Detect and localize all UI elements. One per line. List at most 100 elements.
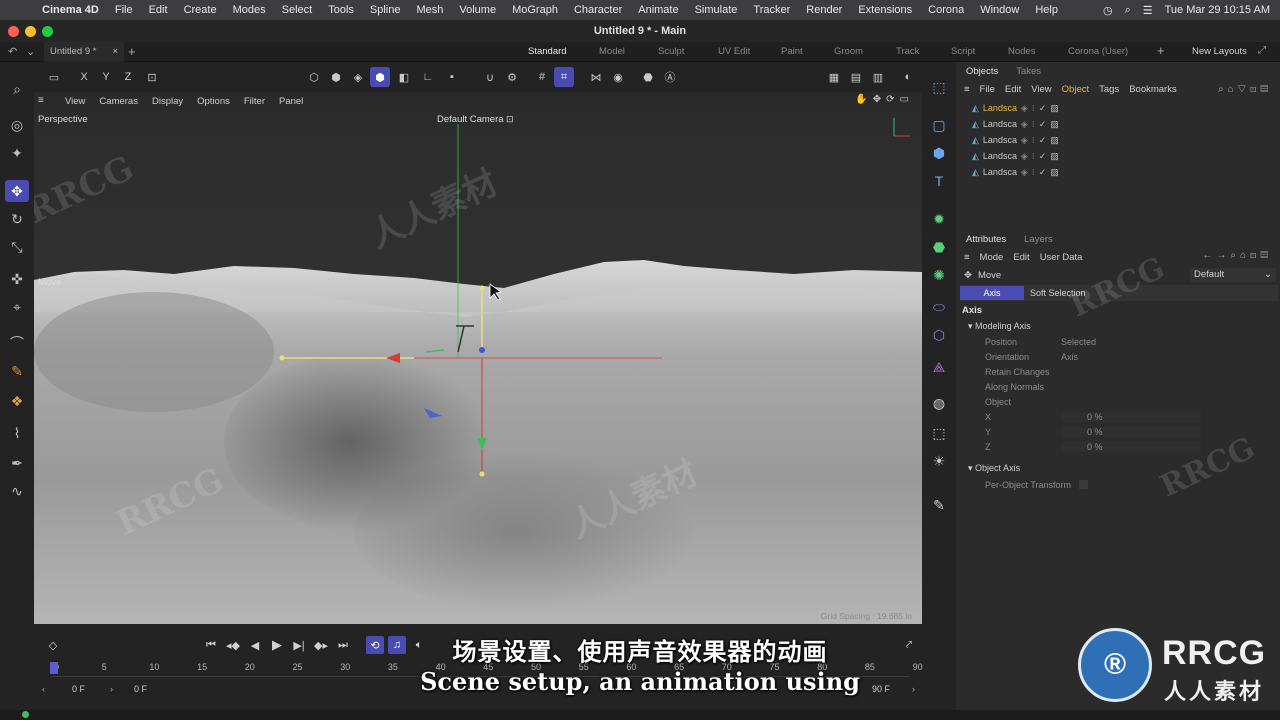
menu-edit[interactable]: Edit (141, 4, 176, 16)
tab-objects[interactable]: Objects (966, 66, 998, 77)
zoom-window-button[interactable] (42, 26, 53, 37)
tweak-mode-icon[interactable]: ▪ (442, 67, 462, 87)
lock-workplane-icon[interactable]: ◉ (608, 67, 628, 87)
layout-tab-model[interactable]: Model (599, 42, 625, 62)
menu-tracker[interactable]: Tracker (745, 4, 798, 16)
live-selection-icon[interactable]: ◎ (5, 114, 29, 136)
3d-viewport[interactable]: Perspective Default Camera ⊡ Move Grid S… (34, 112, 922, 624)
object-name[interactable]: Landsca (983, 119, 1017, 129)
menu-mesh[interactable]: Mesh (408, 4, 451, 16)
rotate-tool-icon[interactable]: ↻ (5, 208, 29, 230)
object-row[interactable]: ◭ Landsca ◈ ⁝ ✓ ▨ (958, 132, 1280, 148)
z-axis-toggle[interactable]: Z (118, 67, 138, 87)
visibility-dots-icon[interactable]: ⁝ (1032, 119, 1035, 130)
layout-tab-corona-user[interactable]: Corona (User) (1068, 42, 1128, 62)
enabled-check-icon[interactable]: ✓ (1039, 135, 1047, 146)
layout-tab-nodes[interactable]: Nodes (1008, 42, 1035, 62)
search-icon[interactable]: ⌕ (5, 78, 29, 100)
volume-icon[interactable]: ⟁ (928, 356, 950, 378)
hamburger-icon[interactable]: ≡ (964, 84, 970, 95)
tag-icon[interactable]: ▨ (1050, 103, 1059, 114)
layout-tab-track[interactable]: Track (896, 42, 919, 62)
layer-dot-icon[interactable]: ◈ (1021, 119, 1028, 130)
object-name[interactable]: Landsca (983, 135, 1017, 145)
tag-icon[interactable]: ▨ (1050, 167, 1059, 178)
viewport-menu-filter[interactable]: Filter (237, 96, 272, 107)
light-icon[interactable]: ☀ (928, 450, 950, 472)
hamburger-icon[interactable]: ≡ (38, 95, 44, 106)
close-window-button[interactable] (8, 26, 19, 37)
visibility-dots-icon[interactable]: ⁝ (1032, 151, 1035, 162)
workplane-snap-icon[interactable]: ⌗ (554, 67, 574, 87)
menu-volume[interactable]: Volume (451, 4, 504, 16)
visibility-dots-icon[interactable]: ⁝ (1032, 103, 1035, 114)
magnet-icon[interactable]: ∪ (480, 67, 500, 87)
minimize-window-button[interactable] (25, 26, 36, 37)
object-row[interactable]: ◭ Landsca ◈ ⁝ ✓ ▨ (958, 116, 1280, 132)
undo-icon[interactable]: ↶ (8, 45, 17, 58)
search-icon[interactable]: ⌕ (1125, 4, 1131, 17)
menu-modes[interactable]: Modes (225, 4, 274, 16)
menu-cinema-4d[interactable]: Cinema 4D (34, 4, 107, 16)
cube-icon[interactable]: ⬢ (928, 142, 950, 164)
menu-help[interactable]: Help (1027, 4, 1066, 16)
layout-tab-sculpt[interactable]: Sculpt (658, 42, 684, 62)
object-mode-icon[interactable]: ⬢ (326, 67, 346, 87)
tab-attributes[interactable]: Attributes (966, 234, 1006, 245)
cloner-icon[interactable]: ⬚ (928, 76, 950, 98)
scale-tool-icon[interactable]: ⤡ (5, 236, 29, 258)
viewport-menu-view[interactable]: View (58, 96, 92, 107)
object-name[interactable]: Landsca (983, 103, 1017, 113)
close-tab-icon[interactable]: × (112, 42, 118, 62)
tab-axis[interactable]: Axis (960, 286, 1024, 300)
modeling-axis-group[interactable]: ▾ Modeling Axis (958, 319, 1280, 334)
visibility-dots-icon[interactable]: ⁝ (1032, 135, 1035, 146)
menu-extensions[interactable]: Extensions (850, 4, 920, 16)
attr-value[interactable]: 0 % (1061, 411, 1201, 422)
symmetry-icon[interactable]: ⋈ (586, 67, 606, 87)
enabled-check-icon[interactable]: ✓ (1039, 103, 1047, 114)
menu-spline[interactable]: Spline (362, 4, 409, 16)
clock-icon[interactable]: ◷ (1103, 4, 1113, 17)
model-mode-icon[interactable]: ⬡ (304, 67, 324, 87)
objects-menu-bookmarks[interactable]: Bookmarks (1129, 84, 1177, 95)
menu-tools[interactable]: Tools (320, 4, 362, 16)
menu-render[interactable]: Render (798, 4, 850, 16)
add-tab-icon[interactable]: + (128, 44, 136, 59)
viewport-menu-display[interactable]: Display (145, 96, 190, 107)
object-row[interactable]: ◭ Landsca ◈ ⁝ ✓ ▨ (958, 164, 1280, 180)
render-picture-viewer-icon[interactable]: ▤ (846, 67, 866, 87)
paint-brush-icon[interactable]: ⌇ (5, 422, 29, 444)
objects-menu-edit[interactable]: Edit (1005, 84, 1021, 95)
control-center-icon[interactable]: ☰ (1143, 4, 1153, 17)
hamburger-icon[interactable]: ≡ (964, 252, 970, 263)
attributes-menu-mode[interactable]: Mode (980, 252, 1004, 263)
bevel-tool-icon[interactable]: ❖ (5, 390, 29, 412)
menu-corona[interactable]: Corona (920, 4, 972, 16)
render-view-icon[interactable]: ▦ (824, 67, 844, 87)
menu-simulate[interactable]: Simulate (687, 4, 746, 16)
layout-tab-groom[interactable]: Groom (834, 42, 863, 62)
axis-mode-icon[interactable]: ∟ (418, 67, 438, 87)
x-axis-toggle[interactable]: X (74, 67, 94, 87)
attributes-menu-edit[interactable]: Edit (1013, 252, 1029, 263)
object-row[interactable]: ◭ Landsca ◈ ⁝ ✓ ▨ (958, 100, 1280, 116)
enabled-check-icon[interactable]: ✓ (1039, 119, 1047, 130)
object-name[interactable]: Landsca (983, 167, 1017, 177)
selection-tools-icon[interactable]: ✦ (5, 142, 29, 164)
tab-layers[interactable]: Layers (1024, 234, 1053, 245)
brush-tool-icon[interactable]: ⌒ (5, 332, 29, 354)
spline-primitive-icon[interactable]: ▢ (928, 114, 950, 136)
text-icon[interactable]: T (928, 170, 950, 192)
menu-select[interactable]: Select (274, 4, 321, 16)
attr-value[interactable]: 0 % (1061, 426, 1201, 437)
viewport-menu-cameras[interactable]: Cameras (92, 96, 145, 107)
objects-menu-view[interactable]: View (1031, 84, 1051, 95)
render-settings-icon[interactable]: ⬣ (638, 67, 658, 87)
add-layout-icon[interactable]: + (1157, 43, 1165, 58)
menu-file[interactable]: File (107, 4, 141, 16)
object-row[interactable]: ◭ Landsca ◈ ⁝ ✓ ▨ (958, 148, 1280, 164)
picture-viewer-icon[interactable]: Ⓐ (660, 67, 680, 87)
camera-icon[interactable]: ⬚ (928, 422, 950, 444)
visibility-dots-icon[interactable]: ⁝ (1032, 167, 1035, 178)
